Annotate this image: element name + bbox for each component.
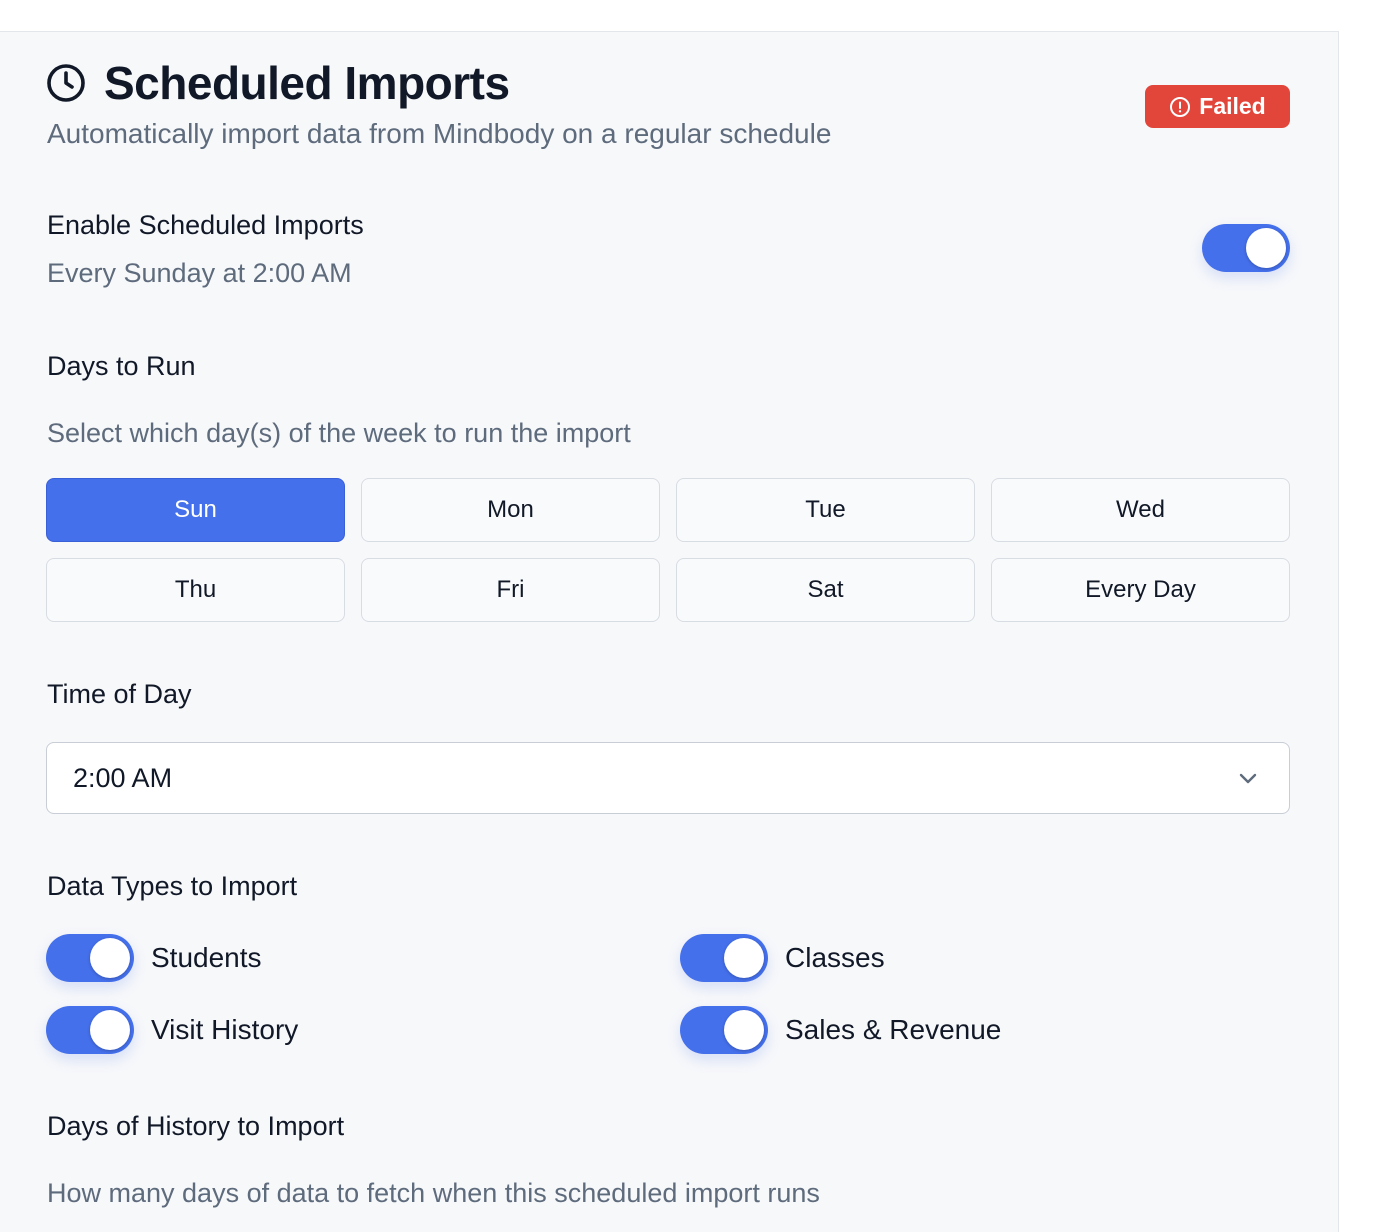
toggle-knob xyxy=(724,938,764,978)
data-types-label: Data Types to Import xyxy=(47,871,298,901)
status-badge: Failed xyxy=(1145,85,1290,128)
day-button-wed[interactable]: Wed xyxy=(991,478,1290,542)
data-type-sales-revenue: Sales & Revenue xyxy=(680,1006,1001,1054)
clock-icon xyxy=(47,64,85,102)
page-subtitle: Automatically import data from Mindbody … xyxy=(47,118,832,149)
toggle-knob xyxy=(90,1010,130,1050)
header: Scheduled Imports xyxy=(46,56,510,110)
status-badge-label: Failed xyxy=(1199,93,1266,119)
sales-revenue-label: Sales & Revenue xyxy=(785,1014,1002,1045)
data-type-classes: Classes xyxy=(680,934,885,982)
time-of-day-value: 2:00 AM xyxy=(73,762,173,793)
page-title: Scheduled Imports xyxy=(104,57,510,109)
classes-toggle[interactable] xyxy=(680,934,768,982)
visit-history-toggle[interactable] xyxy=(46,1006,134,1054)
day-button-every-day[interactable]: Every Day xyxy=(991,558,1290,622)
chevron-down-icon xyxy=(1239,773,1257,784)
toggle-knob xyxy=(724,1010,764,1050)
data-type-students: Students xyxy=(46,934,262,982)
time-of-day-label: Time of Day xyxy=(47,679,192,709)
enable-imports-label: Enable Scheduled Imports xyxy=(47,210,364,240)
alert-circle-icon xyxy=(1170,96,1191,117)
day-button-thu[interactable]: Thu xyxy=(46,558,345,622)
history-days-helper: How many days of data to fetch when this… xyxy=(47,1178,820,1208)
days-to-run-label: Days to Run xyxy=(47,351,196,381)
day-button-sat[interactable]: Sat xyxy=(676,558,975,622)
toggle-knob xyxy=(1246,228,1286,268)
day-button-sun[interactable]: Sun xyxy=(46,478,345,542)
students-label: Students xyxy=(151,942,262,973)
time-of-day-select[interactable]: 2:00 AM xyxy=(46,742,1290,814)
day-button-fri[interactable]: Fri xyxy=(361,558,660,622)
students-toggle[interactable] xyxy=(46,934,134,982)
visit-history-label: Visit History xyxy=(151,1014,299,1045)
sales-revenue-toggle[interactable] xyxy=(680,1006,768,1054)
history-days-label: Days of History to Import xyxy=(47,1111,345,1141)
days-to-run-helper: Select which day(s) of the week to run t… xyxy=(47,418,631,448)
schedule-summary: Every Sunday at 2:00 AM xyxy=(47,258,352,288)
enable-imports-toggle[interactable] xyxy=(1202,224,1290,272)
day-button-tue[interactable]: Tue xyxy=(676,478,975,542)
day-button-mon[interactable]: Mon xyxy=(361,478,660,542)
toggle-knob xyxy=(90,938,130,978)
data-type-visit-history: Visit History xyxy=(46,1006,298,1054)
classes-label: Classes xyxy=(785,942,885,973)
